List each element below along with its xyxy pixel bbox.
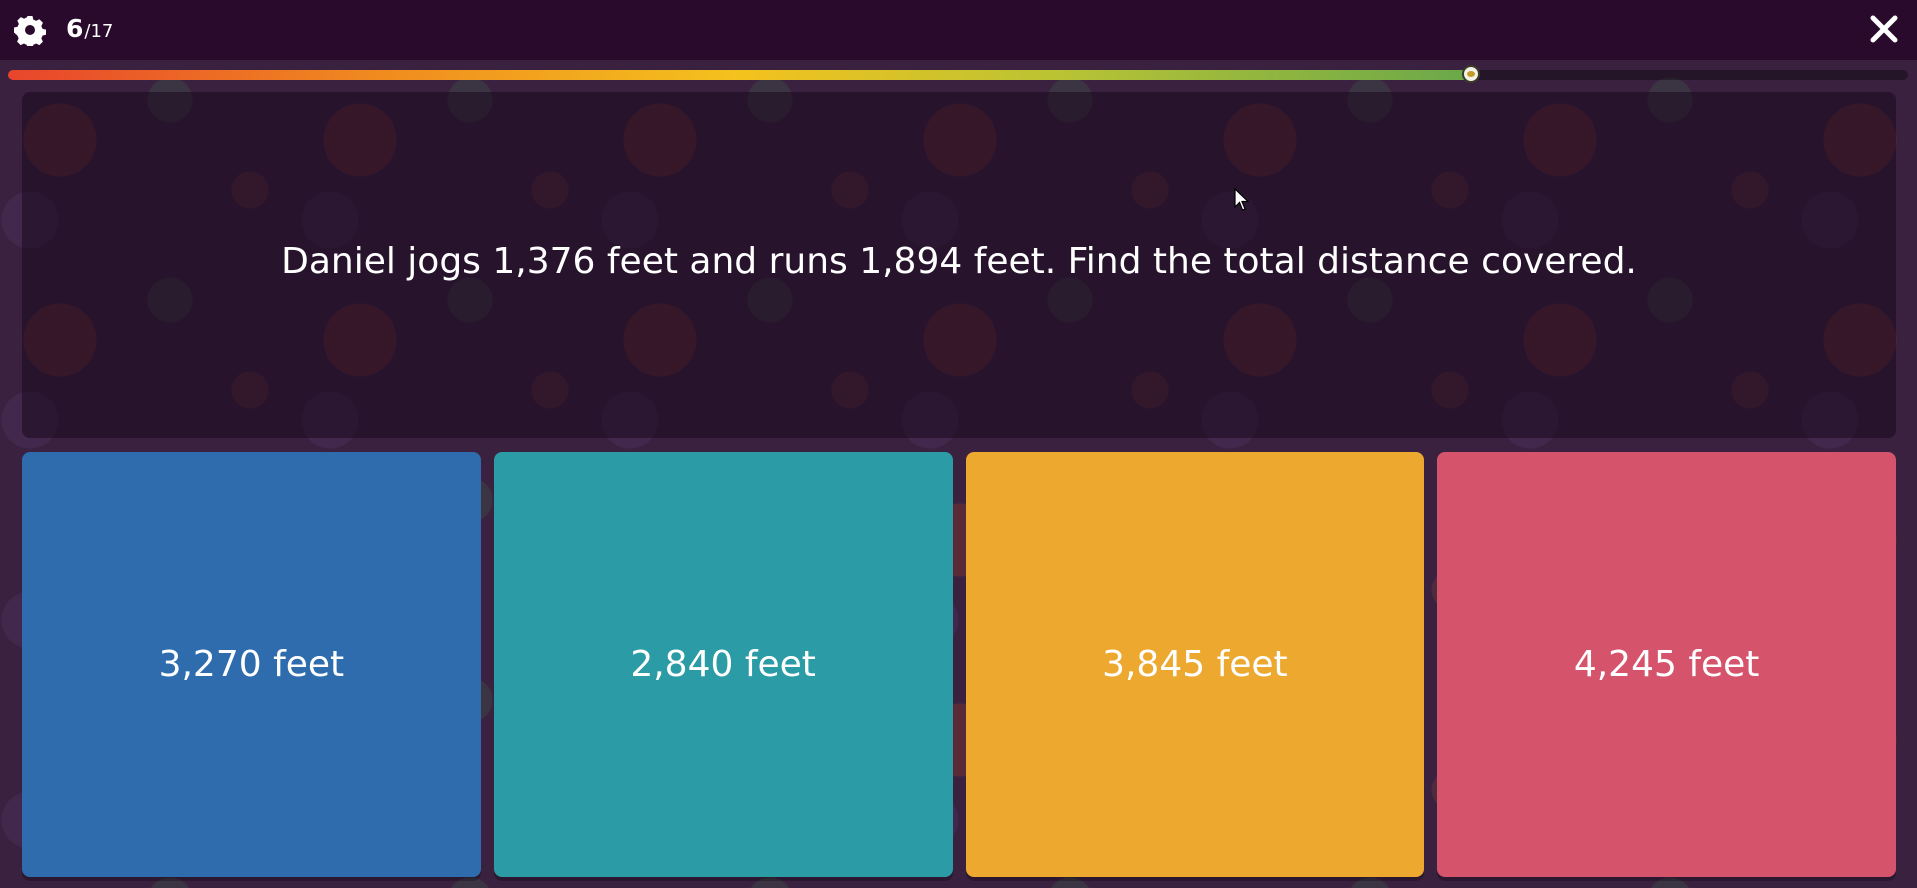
- progress-avatar-icon: [1462, 65, 1480, 83]
- answer-option-label: 2,840 feet: [630, 644, 816, 685]
- total-questions-number: 17: [90, 21, 114, 42]
- answer-option-4[interactable]: 4,245 feet: [1437, 452, 1896, 877]
- question-counter: 6 / 17: [66, 14, 113, 46]
- answer-option-label: 4,245 feet: [1573, 644, 1760, 685]
- progress-bar-fill: [8, 70, 1471, 80]
- close-icon[interactable]: [1869, 14, 1899, 44]
- question-text: Daniel jogs 1,376 feet and runs 1,894 fe…: [281, 240, 1637, 282]
- answer-option-3[interactable]: 3,845 feet: [965, 452, 1425, 877]
- question-panel: Daniel jogs 1,376 feet and runs 1,894 fe…: [22, 92, 1896, 438]
- progress-bar: [8, 65, 1908, 83]
- answer-option-1[interactable]: 3,270 feet: [22, 452, 481, 877]
- mouse-pointer-icon: [1234, 187, 1250, 212]
- answer-option-label: 3,845 feet: [1102, 644, 1288, 685]
- answer-option-label: 3,270 feet: [158, 644, 345, 685]
- gear-icon[interactable]: [14, 14, 47, 49]
- answer-option-2[interactable]: 2,840 feet: [493, 452, 953, 877]
- top-bar: 6 / 17: [0, 0, 1917, 60]
- current-question-number: 6: [66, 14, 84, 43]
- answer-options: 3,270 feet 2,840 feet 3,845 feet 4,245 f…: [22, 452, 1896, 877]
